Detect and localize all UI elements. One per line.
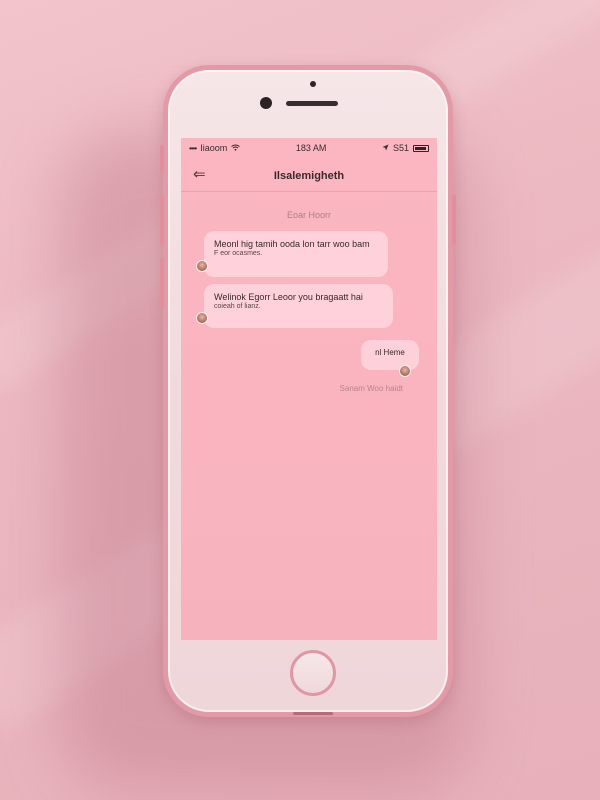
volume-up-button[interactable] bbox=[160, 195, 164, 245]
earpiece-speaker bbox=[286, 101, 338, 106]
charging-port bbox=[293, 712, 333, 715]
incoming-message-bubble[interactable]: Meonl hig tamih ooda lon tarr woo bam F … bbox=[204, 231, 388, 277]
message-text: Welinok Egorr Leoor you bragaatt hai bbox=[214, 292, 363, 302]
battery-icon bbox=[412, 144, 429, 152]
phone-screen: •••• Iiaoom 183 AM S51 ⇐ Ilsalemigheth E… bbox=[181, 138, 437, 640]
navigation-bar: ⇐ Ilsalemigheth bbox=[181, 160, 437, 192]
sender-avatar[interactable] bbox=[196, 260, 208, 272]
sender-avatar[interactable] bbox=[196, 312, 208, 324]
message-subtext: F eor ocasmes. bbox=[214, 250, 263, 258]
front-camera bbox=[260, 97, 272, 109]
chat-date-label: Eoar Hoorr bbox=[286, 210, 331, 220]
outgoing-message-bubble[interactable]: nl Heme bbox=[361, 340, 419, 370]
battery-percentage: S51 bbox=[392, 143, 409, 153]
message-text: nl Heme bbox=[375, 348, 405, 357]
status-time: 183 AM bbox=[295, 143, 327, 153]
incoming-message-bubble[interactable]: Welinok Egorr Leoor you bragaatt hai coi… bbox=[204, 284, 393, 328]
status-left: •••• Iiaoom bbox=[189, 143, 241, 153]
read-receipt: Sanam Woo haidt bbox=[339, 384, 403, 393]
signal-strength: •••• bbox=[189, 143, 197, 153]
status-right: S51 bbox=[382, 143, 429, 153]
back-arrow-icon[interactable]: ⇐ bbox=[193, 167, 206, 182]
wifi-icon bbox=[231, 143, 241, 153]
home-button[interactable] bbox=[290, 650, 336, 696]
status-bar: •••• Iiaoom 183 AM S51 bbox=[181, 138, 437, 158]
message-text: Meonl hig tamih ooda lon tarr woo bam bbox=[214, 239, 370, 249]
proximity-sensor bbox=[310, 81, 316, 87]
message-subtext: coieah of lianz. bbox=[214, 303, 261, 311]
carrier-name: Iiaoom bbox=[200, 143, 228, 153]
conversation-title: Ilsalemigheth bbox=[273, 169, 345, 182]
location-arrow-icon bbox=[382, 143, 389, 153]
phone-device: •••• Iiaoom 183 AM S51 ⇐ Ilsalemigheth E… bbox=[160, 65, 456, 717]
user-avatar[interactable] bbox=[399, 365, 411, 377]
volume-down-button[interactable] bbox=[160, 258, 164, 308]
power-button[interactable] bbox=[452, 195, 456, 245]
mute-switch[interactable] bbox=[160, 145, 164, 173]
